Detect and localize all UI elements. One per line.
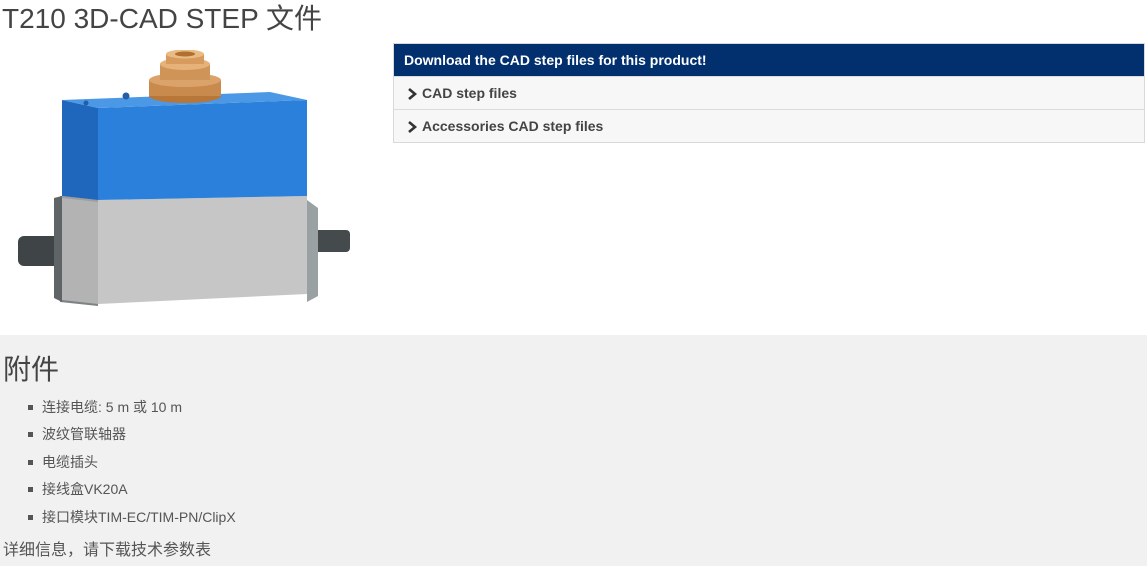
accessories-list: 连接电缆: 5 m 或 10 m 波纹管联轴器 电缆插头 接线盒VK20A 接口…	[28, 394, 236, 531]
cad-section: T210 3D-CAD STEP 文件 Download the CAD ste…	[0, 0, 1147, 335]
accessories-section: 附件 连接电缆: 5 m 或 10 m 波纹管联轴器 电缆插头 接线盒VK20A…	[0, 335, 1147, 566]
product-image	[14, 49, 354, 312]
download-panel: Download the CAD step files for this pro…	[393, 43, 1145, 143]
list-item-text: 接线盒VK20A	[42, 481, 128, 498]
download-header: Download the CAD step files for this pro…	[394, 44, 1144, 76]
chevron-right-icon	[406, 120, 420, 134]
accessories-cad-step-files-link[interactable]: Accessories CAD step files	[394, 109, 1144, 142]
bullet-icon	[28, 487, 33, 493]
page-title: T210 3D-CAD STEP 文件	[2, 3, 323, 34]
accessories-title: 附件	[3, 354, 60, 385]
list-item-text: 接口模块TIM-EC/TIM-PN/ClipX	[42, 508, 236, 525]
bullet-icon	[28, 432, 33, 438]
list-item: 电缆插头	[28, 449, 236, 476]
list-item: 波纹管联轴器	[28, 421, 236, 448]
list-item-text: 电缆插头	[42, 453, 98, 470]
bullet-icon	[28, 459, 33, 465]
list-item: 接口模块TIM-EC/TIM-PN/ClipX	[28, 504, 236, 531]
accessories-cad-step-files-label: Accessories CAD step files	[422, 118, 604, 134]
list-item-text: 波纹管联轴器	[42, 426, 126, 443]
page: T210 3D-CAD STEP 文件 Download the CAD ste…	[0, 0, 1147, 566]
list-item: 连接电缆: 5 m 或 10 m	[28, 394, 236, 421]
bullet-icon	[28, 405, 33, 410]
cad-step-files-label: CAD step files	[422, 85, 517, 101]
bullet-icon	[28, 514, 33, 520]
cad-step-files-link[interactable]: CAD step files	[394, 76, 1144, 109]
list-item-text: 连接电缆: 5 m 或 10 m	[42, 399, 183, 415]
chevron-right-icon	[406, 87, 420, 101]
datasheet-note: 详细信息，请下载技术参数表	[3, 542, 212, 559]
list-item: 接线盒VK20A	[28, 476, 236, 503]
